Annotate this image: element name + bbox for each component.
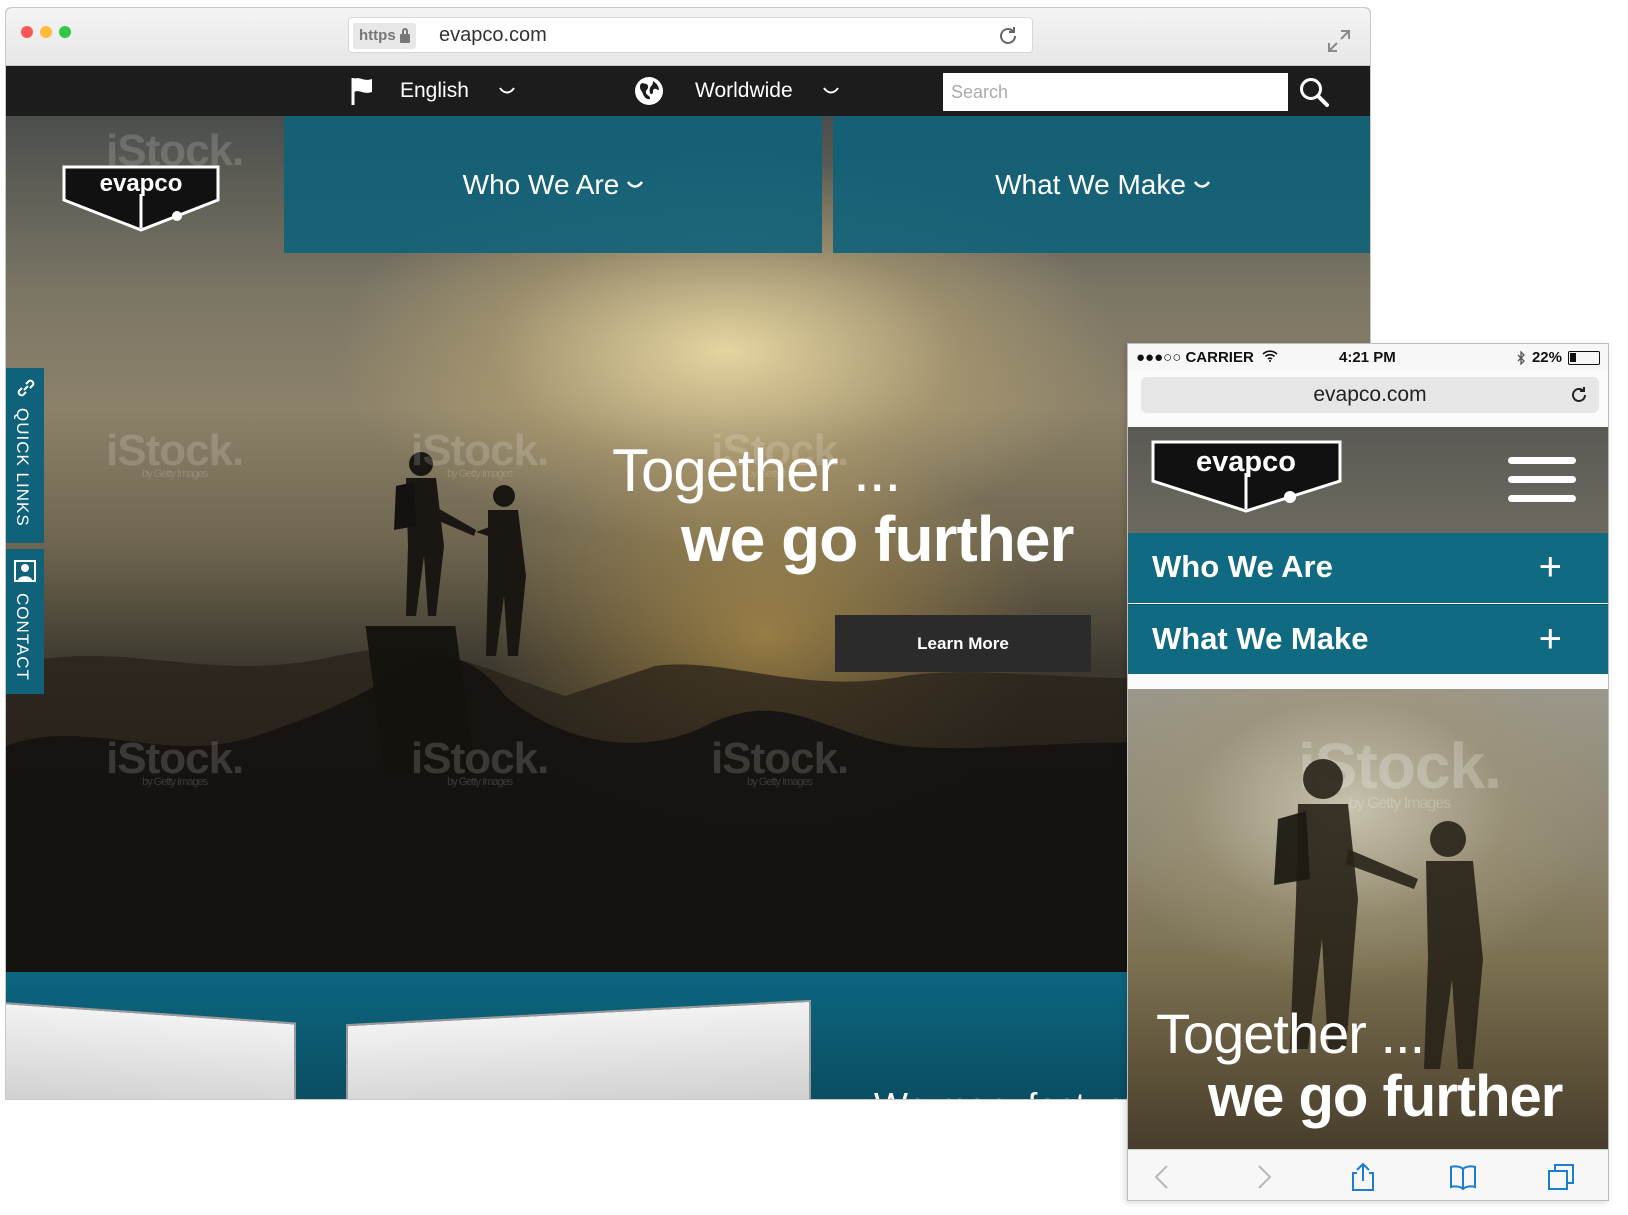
address-bar[interactable]: https evapco.com bbox=[348, 17, 1033, 53]
battery-percent: 22% bbox=[1531, 349, 1562, 366]
chevron-down-icon bbox=[499, 87, 515, 94]
search-input[interactable] bbox=[943, 73, 1288, 111]
region-label: Worldwide bbox=[695, 79, 793, 102]
mobile-address-bar[interactable]: evapco.com bbox=[1141, 377, 1599, 413]
bluetooth-icon bbox=[1517, 350, 1525, 365]
quick-links-tab[interactable]: QUICK LINKS bbox=[6, 368, 44, 543]
language-label: English bbox=[400, 79, 469, 102]
link-icon bbox=[17, 379, 35, 397]
mobile-menu-what-we-make[interactable]: What We Make + bbox=[1128, 604, 1608, 674]
region-selector[interactable]: Worldwide bbox=[633, 66, 839, 116]
reload-icon[interactable] bbox=[1569, 385, 1589, 405]
zoom-window-button[interactable] bbox=[59, 26, 71, 38]
close-window-button[interactable] bbox=[21, 26, 33, 38]
menu-who-we-are[interactable]: Who We Are bbox=[284, 116, 822, 253]
menu-label: Who We Are bbox=[462, 168, 620, 200]
lock-icon bbox=[399, 27, 410, 43]
safari-toolbar bbox=[1128, 1149, 1608, 1200]
window-controls bbox=[21, 26, 71, 38]
chevron-down-icon bbox=[822, 87, 839, 94]
logo-wordmark: evapco bbox=[1196, 446, 1296, 478]
https-badge: https bbox=[353, 23, 416, 49]
status-bar: ●●●○○ CARRIER 4:21 PM 22% bbox=[1128, 344, 1608, 370]
logo-wordmark: evapco bbox=[100, 170, 183, 197]
hamburger-menu-icon[interactable] bbox=[1508, 457, 1576, 502]
learn-more-button[interactable]: Learn More bbox=[835, 615, 1091, 672]
contact-tab[interactable]: CONTACT bbox=[6, 549, 44, 694]
mobile-menu-who-we-are[interactable]: Who We Are + bbox=[1128, 533, 1608, 603]
wifi-icon bbox=[1262, 350, 1278, 362]
contact-card-icon bbox=[14, 560, 36, 582]
search-icon[interactable] bbox=[1298, 76, 1330, 108]
carrier-text: ●●●○○ CARRIER bbox=[1136, 349, 1254, 366]
quick-links-label: QUICK LINKS bbox=[13, 408, 32, 527]
watermark: iStock.by Getty Images bbox=[106, 426, 244, 480]
battery-status: 22% bbox=[1516, 349, 1600, 366]
watermark-text: iStock. bbox=[106, 426, 244, 475]
battery-level bbox=[1570, 352, 1576, 362]
globe-icon bbox=[635, 77, 663, 105]
plus-icon[interactable]: + bbox=[1539, 617, 1562, 662]
battery-icon bbox=[1568, 350, 1600, 365]
hero-headline-line2: we go further bbox=[681, 503, 1074, 575]
evapco-logo[interactable]: evapco bbox=[1150, 439, 1346, 515]
cooling-unit-image bbox=[6, 1001, 296, 1099]
plus-icon[interactable]: + bbox=[1539, 545, 1562, 590]
menu-label: Who We Are bbox=[1152, 549, 1333, 584]
contact-label: CONTACT bbox=[13, 593, 32, 681]
bookmarks-icon[interactable] bbox=[1448, 1162, 1478, 1192]
hero-headline-line1: Together ... bbox=[612, 437, 901, 504]
carrier-label: ●●●○○ CARRIER bbox=[1136, 349, 1278, 366]
mobile-url-text: evapco.com bbox=[1313, 383, 1427, 406]
hikers-silhouette bbox=[394, 452, 526, 656]
menu-label: What We Make bbox=[995, 168, 1186, 200]
cooling-unit-image bbox=[346, 999, 811, 1099]
watermark-subtext: by Getty Images bbox=[142, 468, 208, 480]
utility-nav: English Worldwide bbox=[6, 66, 1370, 116]
url-text: evapco.com bbox=[439, 24, 547, 46]
mobile-header: evapco bbox=[1128, 427, 1608, 547]
reload-icon[interactable] bbox=[996, 24, 1020, 48]
flag-icon bbox=[351, 78, 372, 105]
fullscreen-icon[interactable] bbox=[1326, 28, 1352, 54]
browser-chrome: https evapco.com bbox=[6, 8, 1370, 66]
https-label: https bbox=[359, 27, 396, 44]
forward-icon[interactable] bbox=[1248, 1162, 1278, 1192]
mobile-hero-banner: iStock. by Getty Images Together ... we g… bbox=[1128, 689, 1608, 1149]
back-icon[interactable] bbox=[1148, 1162, 1178, 1192]
minimize-window-button[interactable] bbox=[40, 26, 52, 38]
tabs-icon[interactable] bbox=[1546, 1162, 1576, 1192]
share-icon[interactable] bbox=[1348, 1162, 1378, 1192]
evapco-logo[interactable]: evapco bbox=[61, 164, 221, 234]
chevron-down-icon bbox=[627, 180, 644, 188]
chevron-down-icon bbox=[1193, 180, 1210, 188]
menu-what-we-make[interactable]: What We Make bbox=[833, 116, 1370, 253]
menu-label: What We Make bbox=[1152, 621, 1369, 656]
language-selector[interactable]: English bbox=[350, 66, 515, 116]
mobile-hero-line2: we go further bbox=[1208, 1064, 1563, 1129]
mobile-hero-line1: Together ... bbox=[1156, 1002, 1425, 1065]
mobile-device: ●●●○○ CARRIER 4:21 PM 22% evapco.com eva… bbox=[1127, 343, 1609, 1201]
clock: 4:21 PM bbox=[1339, 349, 1396, 366]
